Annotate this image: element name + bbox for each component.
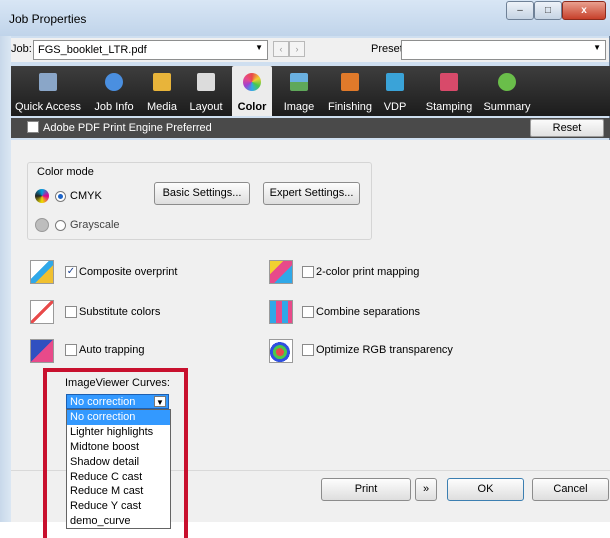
tab-summary[interactable]: Summary [479, 66, 535, 116]
combine-separations-label: Combine separations [316, 306, 420, 318]
window-frame [0, 36, 11, 522]
previous-job-button[interactable]: ‹ [273, 41, 289, 57]
list-item[interactable]: Shadow detail [67, 455, 170, 470]
close-button[interactable]: x [562, 1, 606, 20]
auto-trapping-checkbox[interactable] [65, 344, 77, 356]
maximize-button[interactable]: □ [534, 1, 562, 20]
expert-settings-button[interactable]: Expert Settings... [263, 182, 360, 205]
finishing-icon [341, 73, 359, 91]
tab-label: Color [237, 101, 267, 113]
substitute-colors-icon [30, 300, 54, 324]
ok-button[interactable]: OK [447, 478, 524, 501]
job-select[interactable]: FGS_booklet_LTR.pdf ▼ [33, 40, 268, 60]
tab-label: Layout [189, 101, 223, 113]
grayscale-radio[interactable] [55, 220, 66, 231]
curves-select[interactable]: No correction ▼ [66, 394, 169, 409]
job-select-value: FGS_booklet_LTR.pdf [38, 44, 147, 56]
job-bar: Job: FGS_booklet_LTR.pdf ▼ ‹ › Presets: … [11, 38, 609, 62]
optimize-rgb-label: Optimize RGB transparency [316, 344, 453, 356]
color-mode-group: Color mode CMYK Grayscale Basic Settings… [27, 162, 372, 240]
combine-separations-checkbox[interactable] [302, 306, 314, 318]
color-mapping-icon [269, 260, 293, 284]
minimize-button[interactable]: – [506, 1, 534, 20]
engine-preferred-checkbox[interactable] [27, 121, 39, 133]
tab-label: Stamping [425, 101, 473, 113]
tab-job-info[interactable]: Job Info [91, 66, 137, 116]
basic-settings-button[interactable]: Basic Settings... [154, 182, 250, 205]
color-mode-legend: Color mode [37, 166, 94, 178]
cmyk-radio[interactable] [55, 191, 66, 202]
tab-label: Media [147, 101, 177, 113]
presets-select[interactable]: ▼ [401, 40, 606, 60]
list-item[interactable]: Midtone boost [67, 440, 170, 455]
tab-layout[interactable]: Layout [186, 66, 226, 116]
auto-trapping-label: Auto trapping [79, 344, 145, 356]
tab-label: VDP [383, 101, 407, 113]
substitute-colors-checkbox[interactable] [65, 306, 77, 318]
window-title: Job Properties [9, 12, 87, 26]
tab-label: Summary [483, 101, 531, 113]
tab-stamping[interactable]: Stamping [421, 66, 477, 116]
quick-access-icon [39, 73, 57, 91]
more-options-button[interactable]: » [415, 478, 437, 501]
engine-bar: Adobe PDF Print Engine Preferred Reset [11, 118, 610, 138]
category-toolbar: Quick Access Job Info Media Layout Color… [11, 66, 610, 116]
grayscale-icon [35, 218, 49, 232]
image-icon [290, 73, 308, 91]
reset-button[interactable]: Reset [530, 119, 604, 137]
combine-separations-icon [269, 300, 293, 324]
next-job-button[interactable]: › [289, 41, 305, 57]
two-color-mapping-checkbox[interactable] [302, 266, 314, 278]
tab-label: Image [283, 101, 315, 113]
checkmark-icon [498, 73, 516, 91]
list-item[interactable]: Lighter highlights [67, 425, 170, 440]
tab-finishing[interactable]: Finishing [324, 66, 376, 116]
tab-label: Quick Access [14, 101, 82, 113]
optimize-rgb-checkbox[interactable] [302, 344, 314, 356]
cmyk-icon [35, 189, 49, 203]
auto-trapping-icon [30, 339, 54, 363]
substitute-colors-label: Substitute colors [79, 306, 161, 318]
chevron-down-icon: ▼ [593, 43, 601, 52]
grayscale-label: Grayscale [70, 219, 120, 231]
two-color-mapping-label: 2-color print mapping [316, 266, 420, 278]
list-item[interactable]: Reduce C cast [67, 470, 170, 485]
print-button[interactable]: Print [321, 478, 411, 501]
list-item[interactable]: Reduce M cast [67, 484, 170, 499]
cancel-button[interactable]: Cancel [532, 478, 609, 501]
curves-select-value: No correction [70, 396, 136, 408]
curves-dropdown-list: No correction Lighter highlights Midtone… [66, 409, 171, 529]
tab-media[interactable]: Media [144, 66, 180, 116]
tab-image[interactable]: Image [279, 66, 319, 116]
chevron-down-icon: ▼ [154, 396, 166, 407]
rgb-transparency-icon [269, 339, 293, 363]
color-wheel-icon [243, 73, 261, 91]
cmyk-label: CMYK [70, 190, 102, 202]
media-icon [153, 73, 171, 91]
vdp-icon [386, 73, 404, 91]
engine-preferred-label: Adobe PDF Print Engine Preferred [43, 122, 212, 134]
tab-vdp[interactable]: VDP [380, 66, 410, 116]
tab-color[interactable]: Color [232, 66, 272, 116]
info-icon [105, 73, 123, 91]
job-label: Job: [11, 43, 32, 55]
chevron-down-icon: ▼ [255, 43, 263, 52]
list-item[interactable]: No correction [67, 410, 170, 425]
list-item[interactable]: Reduce Y cast [67, 499, 170, 514]
composite-overprint-label: Composite overprint [79, 266, 178, 278]
layout-icon [197, 73, 215, 91]
title-bar: Job Properties – □ x [0, 0, 610, 36]
list-item[interactable]: demo_curve [67, 514, 170, 529]
curves-label: ImageViewer Curves: [65, 377, 170, 389]
composite-overprint-checkbox[interactable]: ✓ [65, 266, 77, 278]
tab-quick-access[interactable]: Quick Access [11, 66, 85, 116]
stamping-icon [440, 73, 458, 91]
composite-overprint-icon [30, 260, 54, 284]
tab-label: Finishing [327, 101, 373, 113]
tab-label: Job Info [94, 101, 134, 113]
